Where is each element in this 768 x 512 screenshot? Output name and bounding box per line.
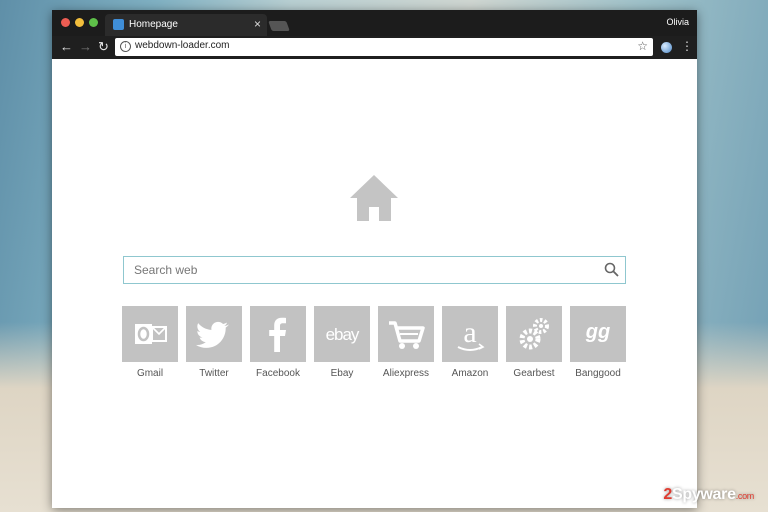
browser-window: Homepage × Olivia ← → ↻ i webdown-loader…	[52, 10, 697, 508]
outlook-icon	[122, 306, 178, 362]
info-icon[interactable]: i	[120, 41, 131, 52]
url-text[interactable]: webdown-loader.com	[135, 40, 230, 51]
star-icon[interactable]: ☆	[637, 39, 648, 53]
shortcut-gmail[interactable]: Gmail	[122, 306, 178, 386]
title-bar: Homepage × Olivia	[52, 10, 697, 36]
shortcut-ebay[interactable]: ebay Ebay	[314, 306, 370, 386]
more-vert-icon[interactable]: ⋮	[681, 40, 693, 52]
new-tab-button[interactable]	[268, 21, 290, 31]
cart-icon	[378, 306, 434, 362]
profile-name[interactable]: Olivia	[666, 17, 689, 27]
watermark-logo: 2Spyware.com	[663, 486, 754, 503]
shortcut-facebook[interactable]: Facebook	[250, 306, 306, 386]
amazon-icon: a	[442, 306, 498, 362]
facebook-icon	[250, 306, 306, 362]
shortcut-twitter[interactable]: Twitter	[186, 306, 242, 386]
gears-icon	[506, 306, 562, 362]
search-box	[123, 256, 626, 284]
svg-text:gg: gg	[585, 321, 610, 343]
address-bar[interactable]: i webdown-loader.com ☆	[115, 38, 653, 56]
toolbar: ← → ↻ i webdown-loader.com ☆ ⋮	[52, 36, 697, 59]
reload-icon[interactable]: ↻	[98, 40, 109, 54]
svg-text:a: a	[463, 316, 476, 349]
tab-close-icon[interactable]: ×	[254, 17, 261, 31]
tab-title: Homepage	[129, 19, 178, 30]
shortcut-tiles: Gmail Twitter Facebook ebay Ebay Aliexpr…	[122, 306, 632, 386]
minimize-window-button[interactable]	[75, 18, 84, 27]
banggood-icon: gg	[570, 306, 626, 362]
page-content: Gmail Twitter Facebook	[52, 59, 697, 508]
twitter-icon	[186, 306, 242, 362]
shortcut-amazon[interactable]: a Amazon	[442, 306, 498, 386]
home-favicon-icon	[113, 19, 124, 30]
arrow-left-icon[interactable]: ←	[60, 40, 73, 54]
arrow-right-icon[interactable]: →	[79, 40, 92, 54]
shortcut-label: Banggood	[575, 368, 621, 379]
shortcut-aliexpress[interactable]: Aliexpress	[378, 306, 434, 386]
tab-homepage[interactable]: Homepage ×	[105, 14, 267, 36]
close-window-button[interactable]	[61, 18, 70, 27]
shortcut-gearbest[interactable]: Gearbest	[506, 306, 562, 386]
ebay-icon: ebay	[314, 306, 370, 362]
maximize-window-button[interactable]	[89, 18, 98, 27]
shortcut-banggood[interactable]: gg Banggood	[570, 306, 626, 386]
search-input[interactable]	[124, 257, 594, 283]
search-icon[interactable]	[604, 262, 619, 277]
svg-text:ebay: ebay	[326, 325, 360, 344]
home-icon	[350, 175, 398, 221]
globe-icon[interactable]	[661, 42, 672, 53]
